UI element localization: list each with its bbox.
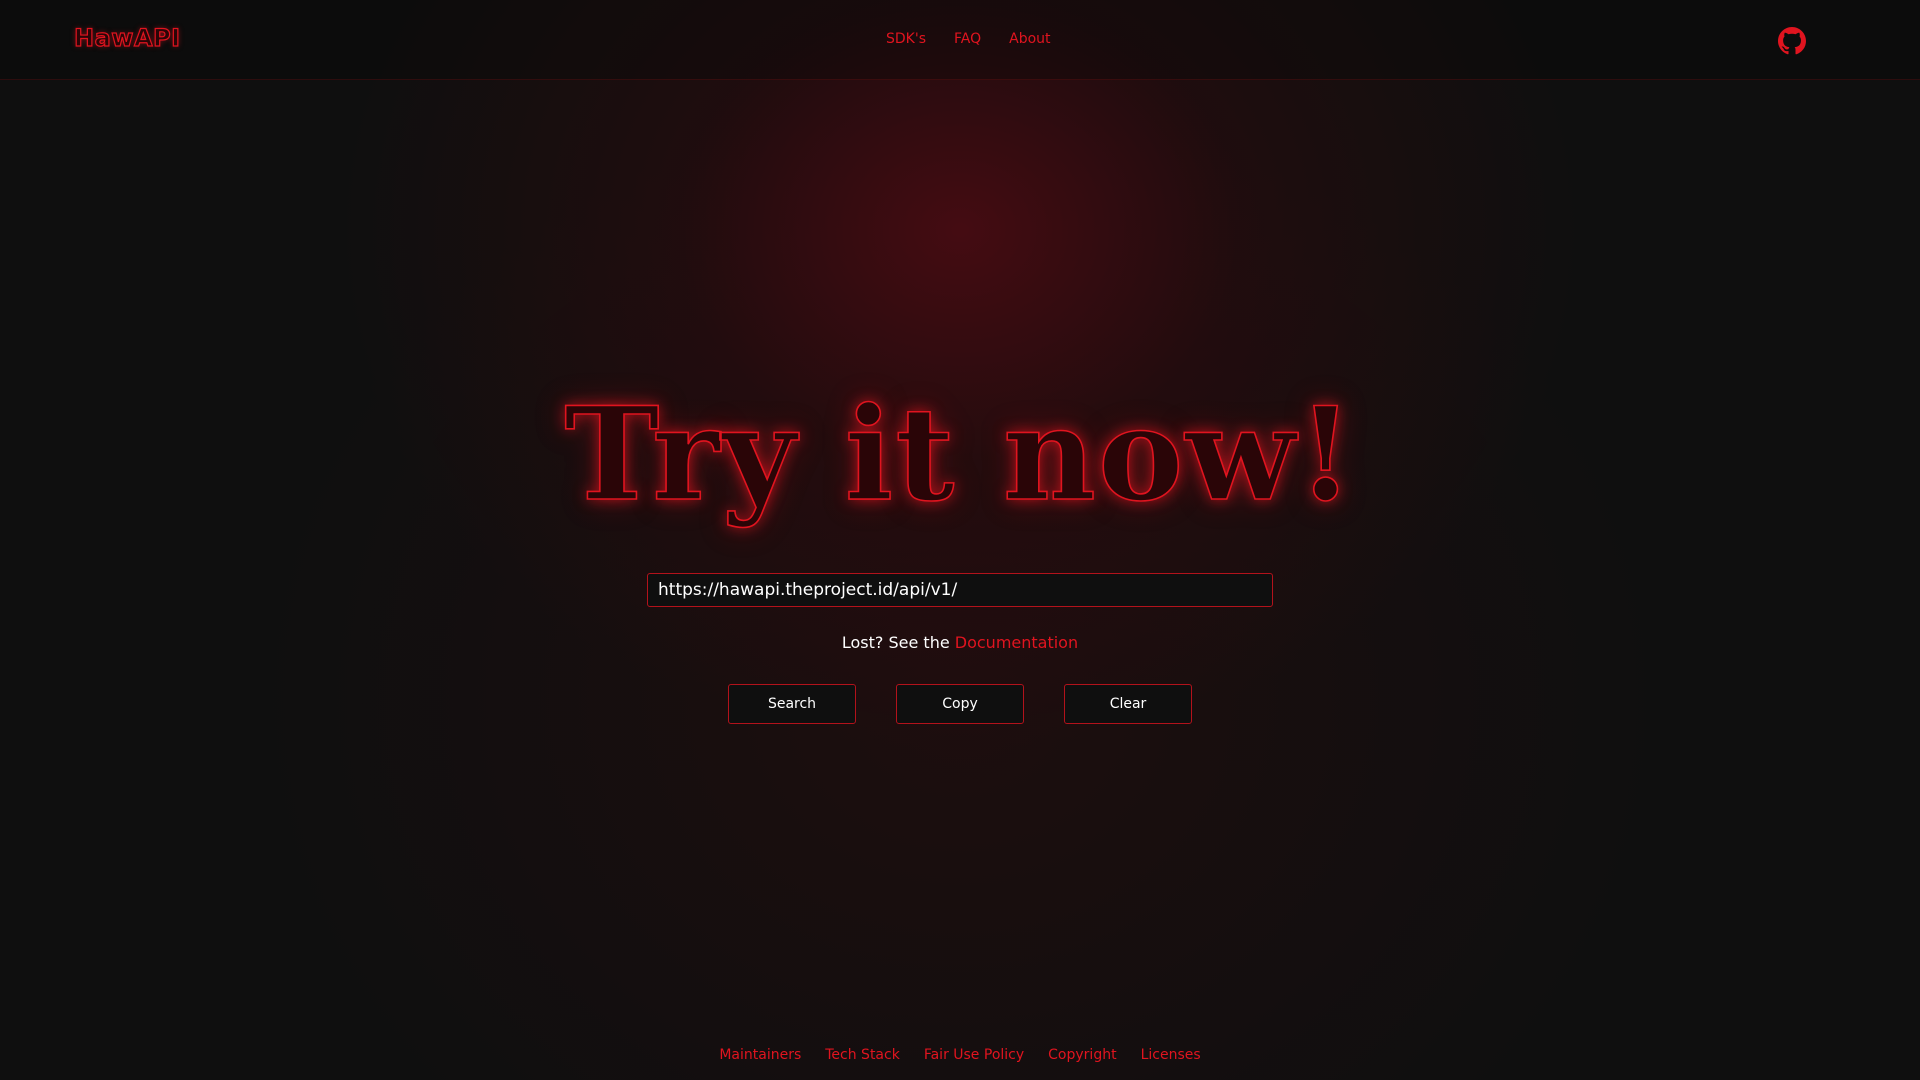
logo[interactable]: HawAPI: [73, 23, 180, 52]
top-navbar: HawAPI SDK's FAQ About: [0, 0, 1920, 80]
github-icon[interactable]: [1778, 27, 1806, 55]
footer-links: Maintainers Tech Stack Fair Use Policy C…: [0, 1047, 1920, 1063]
main-nav: SDK's FAQ About: [886, 31, 1051, 47]
footer-link-maintainers[interactable]: Maintainers: [719, 1047, 801, 1063]
documentation-link[interactable]: Documentation: [955, 633, 1078, 652]
hero-title: Try it now!: [563, 380, 1356, 530]
nav-link-faq[interactable]: FAQ: [954, 31, 981, 47]
copy-button[interactable]: Copy: [896, 684, 1024, 724]
docs-hint: Lost? See the Documentation: [0, 633, 1920, 652]
clear-button[interactable]: Clear: [1064, 684, 1192, 724]
api-url-input[interactable]: [647, 573, 1273, 607]
footer-link-fair-use-policy[interactable]: Fair Use Policy: [924, 1047, 1024, 1063]
page: HawAPI SDK's FAQ About Try it now! Lost?…: [0, 0, 1920, 1080]
nav-link-sdks[interactable]: SDK's: [886, 31, 926, 47]
footer-link-copyright[interactable]: Copyright: [1048, 1047, 1116, 1063]
docs-hint-text: Lost? See the: [841, 633, 955, 652]
footer-link-licenses[interactable]: Licenses: [1141, 1047, 1201, 1063]
search-button[interactable]: Search: [728, 684, 856, 724]
footer-link-tech-stack[interactable]: Tech Stack: [825, 1047, 900, 1063]
nav-link-about[interactable]: About: [1009, 31, 1050, 47]
